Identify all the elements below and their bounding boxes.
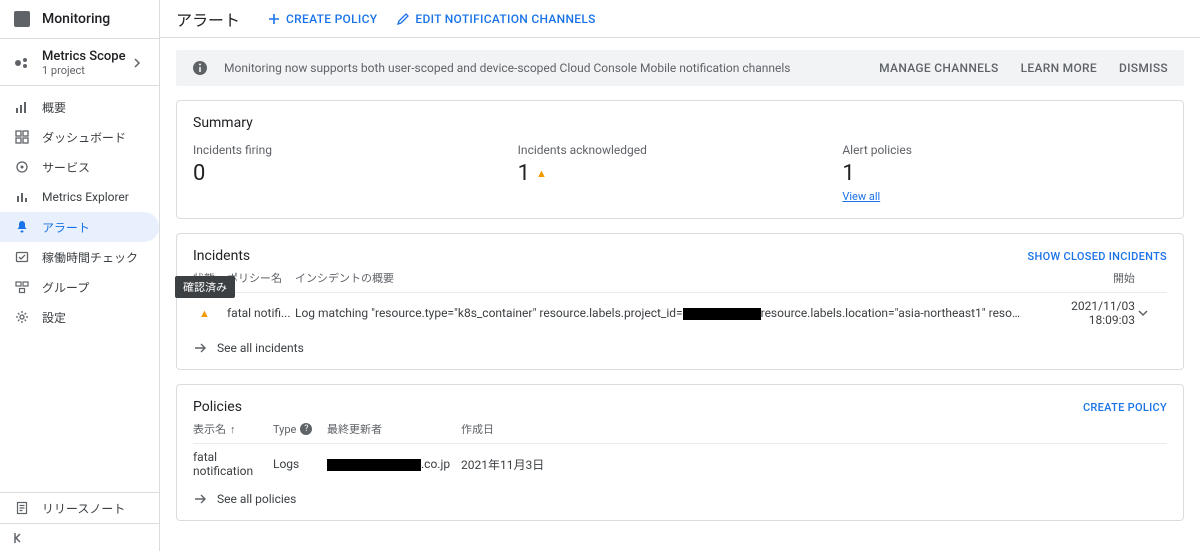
edit-channels-button[interactable]: EDIT NOTIFICATION CHANNELS xyxy=(397,12,595,26)
services-icon xyxy=(14,160,30,174)
banner-message: Monitoring now supports both user-scoped… xyxy=(224,61,790,75)
groups-icon xyxy=(14,280,30,294)
policies-title: Policies xyxy=(193,399,242,415)
nav-label: Metrics Explorer xyxy=(42,190,129,204)
summary-title: Summary xyxy=(193,115,1167,131)
overview-icon xyxy=(14,100,30,114)
stat-incidents-firing: Incidents firing 0 xyxy=(193,143,518,204)
policy-created-date: 2021年11月3日 xyxy=(461,456,1167,473)
gear-icon xyxy=(14,310,30,324)
nav-label: ダッシュボード xyxy=(42,129,126,146)
policy-name: fatal notification xyxy=(193,450,273,478)
info-icon xyxy=(192,60,208,76)
expand-row-button[interactable] xyxy=(1135,305,1167,321)
nav-label: リリースノート xyxy=(42,500,125,517)
help-icon[interactable]: ? xyxy=(300,423,312,435)
policy-modifier: .co.jp xyxy=(327,457,461,471)
warning-icon: ▲ xyxy=(199,307,210,320)
nav-label: 設定 xyxy=(42,309,66,326)
metrics-icon xyxy=(14,190,30,204)
policies-card: Policies CREATE POLICY 表示名↑ Type? 最終更新者 … xyxy=(176,384,1184,521)
sidebar-item-groups[interactable]: グループ xyxy=(0,272,159,302)
uptime-icon xyxy=(14,250,30,264)
redacted-text xyxy=(327,459,421,471)
scope-title: Metrics Scope xyxy=(42,49,126,64)
product-header: Monitoring xyxy=(0,0,159,38)
state-tooltip: 確認済み xyxy=(175,276,235,298)
nav: 概要 ダッシュボード サービス Metrics Explorer アラート 稼働… xyxy=(0,86,159,332)
scope-icon xyxy=(14,55,30,71)
incident-policy-name: fatal notifi... xyxy=(227,306,295,320)
policy-row[interactable]: fatal notification Logs .co.jp 2021年11月3… xyxy=(193,444,1167,484)
sidebar-item-overview[interactable]: 概要 xyxy=(0,92,159,122)
view-all-policies-link[interactable]: View all xyxy=(842,190,880,203)
nav-label: グループ xyxy=(42,279,89,296)
incidents-card: Incidents SHOW CLOSED INCIDENTS 状態 ポリシー名… xyxy=(176,233,1184,370)
show-closed-incidents-link[interactable]: SHOW CLOSED INCIDENTS xyxy=(1028,250,1167,263)
collapse-sidebar-button[interactable] xyxy=(6,526,30,550)
page-title: アラート xyxy=(176,7,240,31)
sidebar-item-services[interactable]: サービス xyxy=(0,152,159,182)
nav-label: 稼働時間チェック xyxy=(42,249,138,266)
nav-label: サービス xyxy=(42,159,90,176)
incidents-table-header: 状態 ポリシー名 インシデントの概要 開始 xyxy=(193,264,1167,293)
document-icon xyxy=(14,501,30,515)
scope-subtitle: 1 project xyxy=(42,64,126,77)
arrow-right-icon xyxy=(193,341,207,355)
manage-channels-link[interactable]: MANAGE CHANNELS xyxy=(879,61,998,75)
sidebar-item-alerting[interactable]: アラート xyxy=(0,212,159,242)
sidebar-item-metrics-explorer[interactable]: Metrics Explorer xyxy=(0,182,159,212)
stat-incidents-acknowledged: Incidents acknowledged 1▲ xyxy=(518,143,843,204)
policies-table-header: 表示名↑ Type? 最終更新者 作成日 xyxy=(193,415,1167,444)
see-all-incidents-link[interactable]: See all incidents xyxy=(193,333,1167,355)
chevron-right-icon xyxy=(129,55,145,71)
product-name: Monitoring xyxy=(42,11,110,27)
sidebar-item-release-notes[interactable]: リリースノート xyxy=(0,493,159,523)
create-policy-button[interactable]: CREATE POLICY xyxy=(268,12,377,26)
policy-type: Logs xyxy=(273,457,327,471)
metrics-scope-selector[interactable]: Metrics Scope 1 project xyxy=(0,38,159,86)
learn-more-link[interactable]: LEARN MORE xyxy=(1021,61,1097,75)
stat-alert-policies: Alert policies 1 View all xyxy=(842,143,1167,204)
nav-label: アラート xyxy=(42,219,90,236)
page-toolbar: アラート CREATE POLICY EDIT NOTIFICATION CHA… xyxy=(160,0,1200,38)
incident-row[interactable]: ▲ fatal notifi... Log matching "resource… xyxy=(193,293,1167,333)
incidents-title: Incidents xyxy=(193,248,250,264)
sidebar-item-dashboards[interactable]: ダッシュボード xyxy=(0,122,159,152)
create-policy-link[interactable]: CREATE POLICY xyxy=(1083,401,1167,414)
dashboard-icon xyxy=(14,130,30,144)
see-all-policies-link[interactable]: See all policies xyxy=(193,484,1167,506)
sort-asc-icon[interactable]: ↑ xyxy=(230,423,236,436)
plus-icon xyxy=(268,13,280,25)
warning-icon: ▲ xyxy=(536,167,547,180)
summary-card: Summary Incidents firing 0 Incidents ack… xyxy=(176,100,1184,219)
dismiss-banner-button[interactable]: DISMISS xyxy=(1119,61,1168,75)
arrow-right-icon xyxy=(193,492,207,506)
bell-icon xyxy=(14,220,30,234)
sidebar: Monitoring Metrics Scope 1 project 概要 ダッ… xyxy=(0,0,160,551)
incident-started: 2021/11/03 18:09:03 xyxy=(1025,299,1135,327)
sidebar-item-settings[interactable]: 設定 xyxy=(0,302,159,332)
nav-label: 概要 xyxy=(42,99,66,116)
incident-summary: Log matching "resource.type="k8s_contain… xyxy=(295,306,1025,320)
redacted-text xyxy=(683,308,761,320)
sidebar-item-uptime[interactable]: 稼働時間チェック xyxy=(0,242,159,272)
monitoring-logo-icon xyxy=(14,11,30,27)
pencil-icon xyxy=(397,13,409,25)
notification-banner: Monitoring now supports both user-scoped… xyxy=(176,50,1184,86)
